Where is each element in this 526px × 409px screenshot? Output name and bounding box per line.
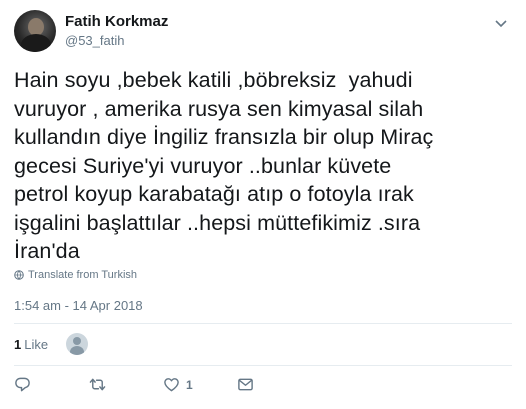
translate-label: Translate from Turkish xyxy=(28,269,138,281)
globe-icon xyxy=(14,270,24,280)
author-avatar[interactable] xyxy=(14,10,56,52)
chevron-down-icon[interactable] xyxy=(494,16,508,30)
avatar-body xyxy=(21,34,51,52)
liker-avatar[interactable] xyxy=(66,333,88,355)
likes-summary[interactable]: 1 Like xyxy=(14,337,48,352)
heart-icon xyxy=(164,378,179,392)
likes-count: 1 xyxy=(14,337,22,352)
retweet-icon xyxy=(89,378,106,391)
author-display-name[interactable]: Fatih Korkmaz xyxy=(65,13,168,30)
tweet-line: gecesi Suriye'yi vuruyor ..bunlar küvete xyxy=(14,153,392,178)
tweet-actions: 1 xyxy=(14,376,297,393)
tweet-line: işgalini başlattılar ..hepsi müttefikimi… xyxy=(14,210,421,235)
like-button[interactable]: 1 xyxy=(163,376,237,393)
like-count: 1 xyxy=(186,377,193,392)
reply-button[interactable] xyxy=(14,376,89,393)
tweet-line: kullandın diye İngiliz fransızla bir olu… xyxy=(14,125,434,149)
tweet-text: Hain soyu ,bebek katili ,böbreksiz yahud… xyxy=(14,66,514,266)
tweet-line: petrol koyup karabatağı atıp o fotoyla ı… xyxy=(14,182,414,206)
retweet-button[interactable] xyxy=(89,376,163,393)
envelope-icon xyxy=(238,378,253,391)
translate-link[interactable]: Translate from Turkish xyxy=(14,269,137,281)
tweet-line: İran'da xyxy=(14,239,80,263)
likes-label: Like xyxy=(24,337,49,352)
author-handle[interactable]: @53_fatih xyxy=(65,33,124,48)
divider xyxy=(14,323,512,324)
divider xyxy=(14,365,512,366)
direct-message-button[interactable] xyxy=(237,376,297,393)
liker-avatar-body xyxy=(70,346,84,355)
reply-icon xyxy=(15,377,30,392)
tweet-line: vuruyor , amerika rusya sen kimyasal sil… xyxy=(14,96,424,121)
tweet-timestamp[interactable]: 1:54 am - 14 Apr 2018 xyxy=(14,298,143,313)
tweet-line: Hain soyu ,bebek katili ,böbreksiz yahud… xyxy=(14,68,413,92)
liker-avatar-head xyxy=(73,337,81,345)
